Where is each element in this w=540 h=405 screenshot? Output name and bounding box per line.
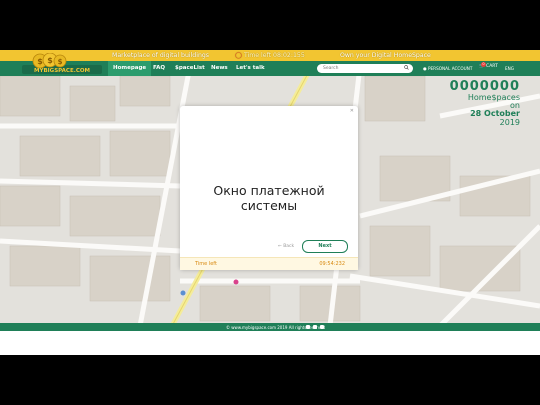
user-icon: ● — [423, 66, 427, 71]
banner-timer: ◯ Time left 08:02:155 — [235, 52, 305, 59]
svg-text:$: $ — [37, 57, 43, 66]
time-left-bar: Time left 09:54:232 — [180, 257, 358, 270]
banner-timer-text: Time left 08:02:155 — [243, 51, 305, 59]
footer-spacer — [0, 331, 540, 355]
counter-year: 2019 — [499, 117, 520, 127]
svg-text:$: $ — [47, 56, 53, 65]
nav-item-lets-talk[interactable]: Let's talk — [236, 65, 265, 71]
close-icon[interactable]: ✕ — [350, 108, 354, 114]
app-screen: Marketplace of digital buildings ◯ Time l… — [0, 50, 540, 355]
search-placeholder: Search — [323, 65, 339, 71]
map-pin-icon[interactable] — [230, 278, 242, 286]
payment-modal: ✕ Окно платежной системы ← Back Next Tim… — [180, 106, 358, 270]
nav-item-news[interactable]: News — [211, 65, 228, 71]
search-icon[interactable] — [404, 65, 409, 70]
instagram-icon[interactable] — [313, 324, 317, 329]
homespace-counter: 0000000 Home$paces on 28 October 2019 — [450, 80, 520, 127]
twitter-icon[interactable] — [320, 324, 324, 329]
nav-item-faq[interactable]: FAQ — [153, 65, 165, 71]
cart-count-badge: 0 — [481, 62, 486, 67]
counter-number: 0000000 — [449, 79, 520, 94]
payment-system-message: Окно платежной системы — [213, 183, 325, 213]
clock-icon: ◯ — [235, 51, 242, 59]
copyright-text: © www.mybigspace.com 2019 All rights res… — [226, 324, 326, 330]
nav-item-homepage[interactable]: Homepage — [108, 61, 152, 76]
site-logo[interactable]: $ $ $ MYBIGSPACE.COM — [22, 53, 102, 75]
site-footer: © www.mybigspace.com 2019 All rights res… — [0, 323, 540, 331]
personal-account-link[interactable]: ● PERSONAL ACCOUNT — [423, 66, 472, 71]
cart-label: CART — [486, 64, 498, 69]
next-button[interactable]: Next — [302, 240, 348, 253]
time-left-label: Time left — [195, 261, 217, 267]
banner-left-text: Marketplace of digital buildings — [112, 51, 210, 59]
logo-text: MYBIGSPACE.COM — [34, 68, 90, 74]
search-input[interactable]: Search — [317, 64, 413, 73]
time-left-value: 09:54:232 — [319, 261, 345, 267]
svg-text:$: $ — [58, 58, 63, 66]
nav-item-spacelist[interactable]: $paceList — [175, 65, 205, 71]
facebook-icon[interactable] — [306, 324, 310, 329]
banner-right-text: Own your Digital HomeSpace — [340, 51, 431, 59]
back-button[interactable]: ← Back — [278, 244, 294, 249]
language-selector[interactable]: ENG — [505, 66, 514, 71]
personal-account-label: PERSONAL ACCOUNT — [428, 66, 473, 71]
map-marker-icon[interactable] — [178, 288, 188, 298]
